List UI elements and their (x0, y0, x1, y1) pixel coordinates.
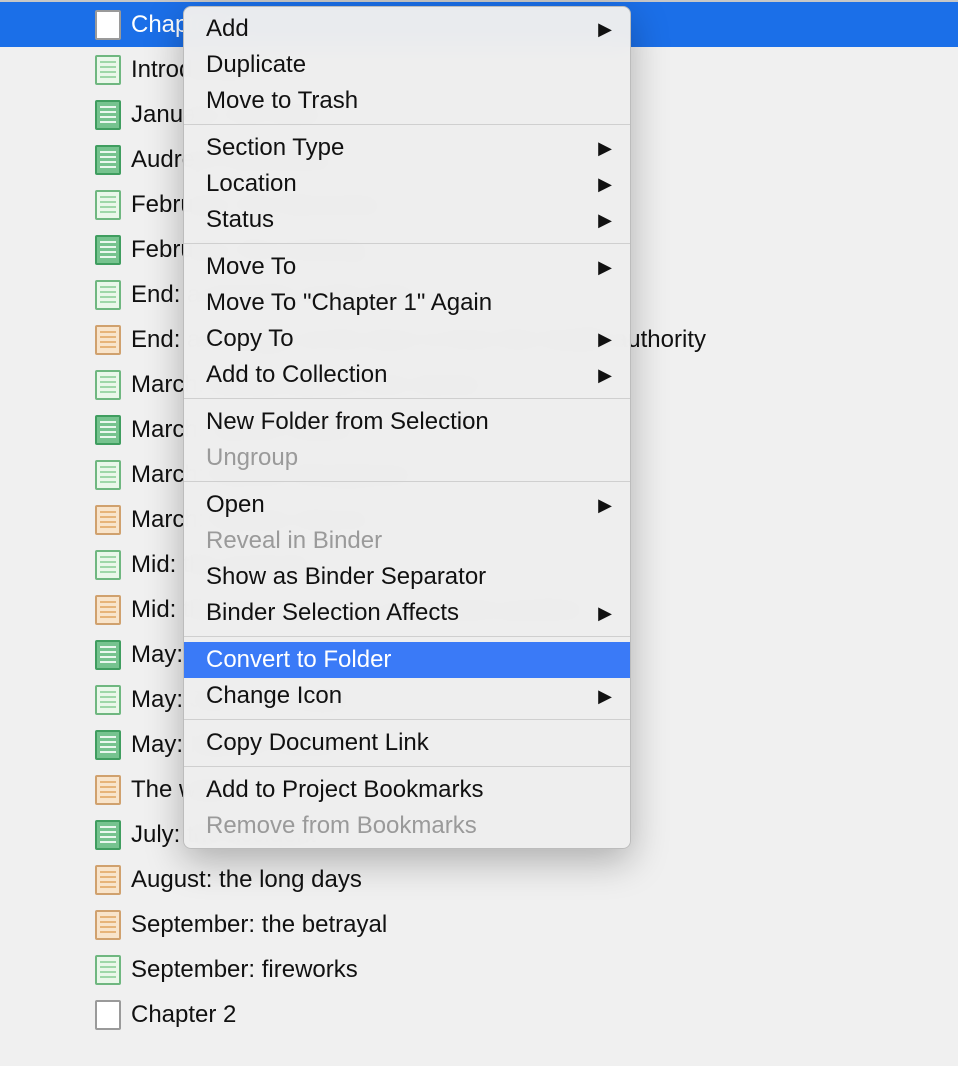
document-icon (95, 460, 121, 490)
menu-item-label: Copy To (206, 325, 294, 353)
menu-item[interactable]: Add to Project Bookmarks (184, 772, 630, 808)
chevron-right-icon: ▶ (598, 19, 612, 40)
menu-item[interactable]: Move To "Chapter 1" Again (184, 285, 630, 321)
document-icon (95, 685, 121, 715)
document-icon (95, 550, 121, 580)
document-icon (95, 55, 121, 85)
chevron-right-icon: ▶ (598, 603, 612, 624)
list-item[interactable]: September: fireworks (0, 947, 958, 992)
document-icon (95, 100, 121, 130)
menu-item[interactable]: Add ▶ (184, 11, 630, 47)
chevron-right-icon: ▶ (598, 686, 612, 707)
menu-item-label: Move To "Chapter 1" Again (206, 289, 492, 317)
chevron-right-icon: ▶ (598, 329, 612, 350)
document-icon (95, 415, 121, 445)
menu-item-label: Move To (206, 253, 296, 281)
document-icon (95, 775, 121, 805)
menu-separator (184, 766, 630, 767)
document-icon (95, 730, 121, 760)
list-item-label: September: the betrayal (131, 911, 387, 939)
menu-item-label: Section Type (206, 134, 344, 162)
menu-separator (184, 481, 630, 482)
document-icon (95, 1000, 121, 1030)
list-item[interactable]: Chapter 2 (0, 992, 958, 1037)
menu-item-label: Add to Collection (206, 361, 387, 389)
menu-item-label: Add to Project Bookmarks (206, 776, 483, 804)
menu-item-label: Copy Document Link (206, 729, 429, 757)
menu-item[interactable]: Copy Document Link (184, 725, 630, 761)
menu-item-label: Binder Selection Affects (206, 599, 459, 627)
menu-item-label: Add (206, 15, 249, 43)
document-icon (95, 955, 121, 985)
list-item-label: August: the long days (131, 866, 362, 894)
menu-item[interactable]: Show as Binder Separator (184, 559, 630, 595)
menu-item-label: Show as Binder Separator (206, 563, 486, 591)
chevron-right-icon: ▶ (598, 210, 612, 231)
menu-item[interactable]: Convert to Folder (184, 642, 630, 678)
menu-item-label: Move to Trash (206, 87, 358, 115)
menu-item-label: Location (206, 170, 297, 198)
document-icon (95, 190, 121, 220)
context-menu: Add▶DuplicateMove to TrashSection Type▶L… (183, 6, 631, 849)
chevron-right-icon: ▶ (598, 174, 612, 195)
document-icon (95, 325, 121, 355)
menu-item[interactable]: Location ▶ (184, 166, 630, 202)
menu-item[interactable]: Change Icon ▶ (184, 678, 630, 714)
menu-item-label: Reveal in Binder (206, 527, 382, 555)
menu-item-label: Remove from Bookmarks (206, 812, 477, 840)
menu-item[interactable]: Duplicate (184, 47, 630, 83)
menu-item[interactable]: Status ▶ (184, 202, 630, 238)
menu-separator (184, 719, 630, 720)
menu-item[interactable]: Add to Collection ▶ (184, 357, 630, 393)
document-icon (95, 505, 121, 535)
document-icon (95, 820, 121, 850)
document-icon (95, 595, 121, 625)
menu-item: Reveal in Binder (184, 523, 630, 559)
menu-item-label: Ungroup (206, 444, 298, 472)
menu-separator (184, 636, 630, 637)
menu-item-label: Open (206, 491, 265, 519)
chevron-right-icon: ▶ (598, 365, 612, 386)
chevron-right-icon: ▶ (598, 495, 612, 516)
menu-item-label: Change Icon (206, 682, 342, 710)
menu-item[interactable]: New Folder from Selection (184, 404, 630, 440)
menu-item: Remove from Bookmarks (184, 808, 630, 844)
menu-item[interactable]: Section Type ▶ (184, 130, 630, 166)
document-icon (95, 910, 121, 940)
list-item[interactable]: September: the betrayal (0, 902, 958, 947)
menu-item-label: Status (206, 206, 274, 234)
document-icon (95, 235, 121, 265)
document-icon (95, 145, 121, 175)
document-icon (95, 865, 121, 895)
menu-item[interactable]: Move to Trash (184, 83, 630, 119)
document-icon (95, 280, 121, 310)
menu-item-label: New Folder from Selection (206, 408, 489, 436)
document-icon (95, 640, 121, 670)
chevron-right-icon: ▶ (598, 138, 612, 159)
menu-separator (184, 398, 630, 399)
document-icon (95, 10, 121, 40)
menu-separator (184, 124, 630, 125)
menu-item[interactable]: Move To ▶ (184, 249, 630, 285)
menu-separator (184, 243, 630, 244)
list-item-label: Chapter 2 (131, 1001, 236, 1029)
document-icon (95, 370, 121, 400)
list-item-label: September: fireworks (131, 956, 358, 984)
menu-item[interactable]: Open ▶ (184, 487, 630, 523)
menu-item-label: Duplicate (206, 51, 306, 79)
menu-item[interactable]: Copy To ▶ (184, 321, 630, 357)
menu-item: Ungroup (184, 440, 630, 476)
menu-item[interactable]: Binder Selection Affects ▶ (184, 595, 630, 631)
chevron-right-icon: ▶ (598, 257, 612, 278)
list-item[interactable]: August: the long days (0, 857, 958, 902)
menu-item-label: Convert to Folder (206, 646, 391, 674)
